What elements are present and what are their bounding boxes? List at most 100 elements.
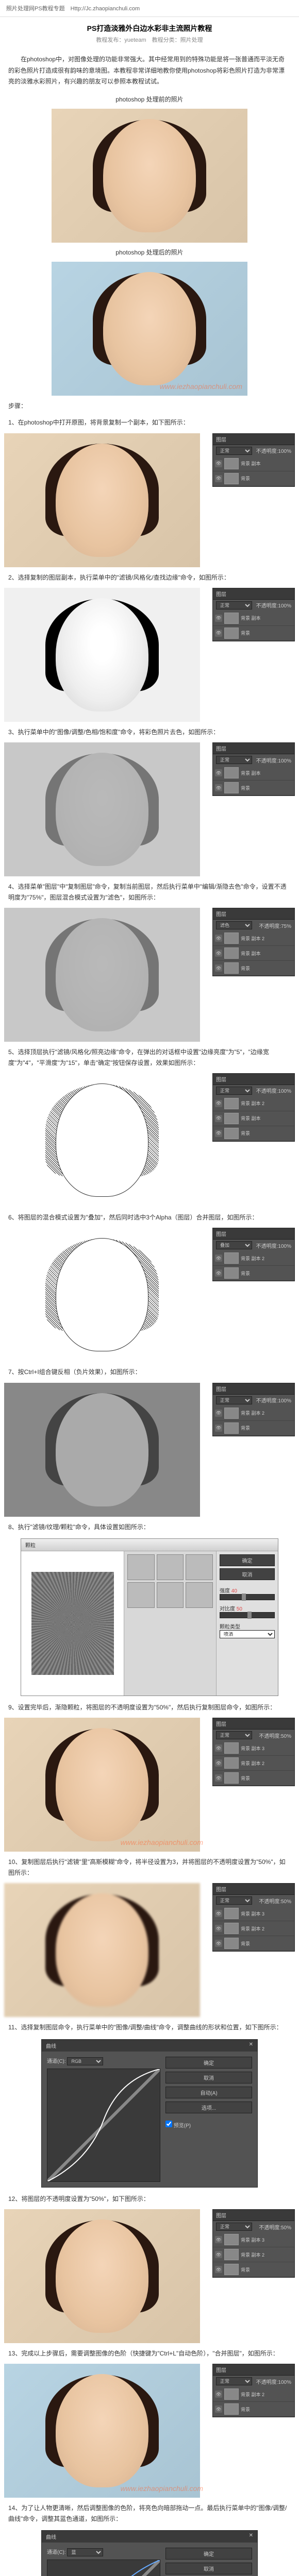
close-icon[interactable]: ✕	[249, 2533, 253, 2540]
cancel-button[interactable]: 取消	[220, 1568, 275, 1580]
filter-thumb[interactable]	[186, 1582, 213, 1608]
blend-mode-select[interactable]: 正常	[216, 1731, 252, 1739]
layer-row[interactable]: 背景 副本 3	[213, 1741, 294, 1756]
layer-row[interactable]: 背景	[213, 1936, 294, 1951]
step-13-text: 13、完成以上步骤后，需要调整图像的色阶（快捷键为"Ctrl+L"自动色阶），"…	[0, 2345, 299, 2362]
layer-row[interactable]: 背景 副本 3	[213, 2232, 294, 2247]
layer-name: 背景	[241, 475, 292, 482]
blend-mode-select[interactable]: 正常	[216, 447, 252, 455]
ok-button[interactable]: 确定	[220, 1554, 275, 1566]
channel-select[interactable]: RGB	[67, 2057, 103, 2065]
layers-panel: 图层 正常不透明度:100% 背景 副本 背景	[212, 742, 295, 796]
layer-row[interactable]: 背景	[213, 2402, 294, 2417]
curves-grid[interactable]	[47, 2069, 160, 2182]
auto-button[interactable]: 自动(A)	[165, 2087, 252, 2098]
layer-row[interactable]: 背景	[213, 2262, 294, 2277]
layers-panel: 图层 正常不透明度:50% 背景 副本 3 背景 副本 2 背景	[212, 1718, 295, 1786]
step-10-text: 10、复制图层后执行"滤镜"里"高斯模糊"命令，将半径设置为3，并将图层的不透明…	[0, 1854, 299, 1881]
layer-row[interactable]: 背景	[213, 626, 294, 641]
close-icon[interactable]: ✕	[249, 2042, 253, 2049]
blend-mode-select[interactable]: 正常	[216, 756, 252, 764]
step-7-image	[4, 1383, 208, 1517]
panel-title: 图层	[213, 434, 294, 445]
step-8-text: 8、执行"滤镜/纹理/颗粒"命令，具体设置如图所示：	[0, 1519, 299, 1535]
layers-panel: 图层 正常 不透明度:100% 背景 副本 背景	[212, 433, 295, 487]
layer-row[interactable]: 背景 副本 2	[213, 1096, 294, 1111]
curves-dialog: 曲线✕ 通道(C): RGB 确定 取消 自动(A) 选项... 预览(P)	[41, 2039, 258, 2188]
step-2-text: 2、选择复制的图层副本，执行菜单中的"滤镜/风格化/查找边缘"命令，如图所示：	[0, 569, 299, 586]
blend-mode-select[interactable]: 正常	[216, 1396, 252, 1404]
layer-row[interactable]: 背景 副本 2	[213, 2387, 294, 2402]
layer-row[interactable]: 背景	[213, 1266, 294, 1281]
blend-mode-select[interactable]: 滤色	[216, 921, 252, 929]
curves-dialog-blue: 曲线✕ 通道(C): 蓝 确定 取消 自动(A) 选项... 预览(P)	[41, 2530, 258, 2576]
curves-grid[interactable]	[47, 2560, 160, 2576]
steps-header: 步骤：	[0, 398, 299, 414]
filter-thumb[interactable]	[157, 1582, 184, 1608]
layer-row[interactable]: 背景 副本	[213, 456, 294, 471]
visibility-icon[interactable]	[215, 460, 222, 467]
step-11-text: 11、选择复制图层命令，执行菜单中的"图像/调整/曲线"命令，调整曲线的形状和位…	[0, 2019, 299, 2036]
step-12-text: 12、将图层的不透明度设置为"50%"，如下图所示：	[0, 2191, 299, 2207]
layer-thumb	[224, 473, 239, 484]
visibility-icon[interactable]	[215, 475, 222, 482]
step-9-image: www.iezhaopianchuli.com	[4, 1718, 208, 1852]
layers-panel: 图层 正常不透明度:100% 背景 副本 背景	[212, 588, 295, 641]
blend-mode-select[interactable]: 正常	[216, 2377, 252, 2385]
options-button[interactable]: 选项...	[165, 2102, 252, 2113]
intensity-slider[interactable]	[220, 1594, 275, 1600]
blend-mode-select[interactable]: 叠加	[216, 1241, 252, 1249]
filter-thumb[interactable]	[127, 1582, 155, 1608]
filter-thumb[interactable]	[157, 1554, 184, 1580]
dialog-title: 曲线	[46, 2042, 56, 2049]
layer-row[interactable]: 背景 副本 2	[213, 931, 294, 946]
layer-thumb	[224, 458, 239, 469]
layer-name: 背景 副本	[241, 460, 292, 467]
filter-thumb[interactable]	[186, 1554, 213, 1580]
layer-row[interactable]: 背景	[213, 781, 294, 795]
blend-mode-select[interactable]: 正常	[216, 2223, 252, 2231]
layer-row[interactable]: 背景	[213, 961, 294, 976]
blend-mode-select[interactable]: 正常	[216, 1896, 252, 1905]
opacity-label: 不透明度:100%	[256, 447, 291, 454]
preview-checkbox[interactable]: 预览(P)	[165, 2121, 252, 2129]
contrast-slider[interactable]	[220, 1612, 275, 1618]
layers-panel: 图层 滤色不透明度:75% 背景 副本 2 背景 副本 背景	[212, 908, 295, 976]
step-3-text: 3、执行菜单中的"图像/调整/色相/饱和度"命令，将彩色照片去色，如图所示：	[0, 724, 299, 740]
ok-button[interactable]: 确定	[165, 2548, 252, 2560]
layers-panel: 图层 正常不透明度:100% 背景 副本 2 背景	[212, 1383, 295, 1436]
layer-row[interactable]: 背景 副本 2	[213, 2247, 294, 2262]
layers-panel: 图层 正常不透明度:100% 背景 副本 2 背景	[212, 2364, 295, 2417]
layer-row[interactable]: 背景 副本	[213, 766, 294, 781]
blend-mode-select[interactable]: 正常	[216, 1087, 252, 1095]
layer-row[interactable]: 背景 副本 2	[213, 1406, 294, 1421]
result-label: photoshop 处理后的照片	[0, 245, 299, 260]
cancel-button[interactable]: 取消	[165, 2563, 252, 2574]
layer-row[interactable]: 背景 副本 3	[213, 1906, 294, 1921]
layer-row[interactable]: 背景 副本	[213, 1111, 294, 1126]
step-1-image	[4, 433, 208, 567]
layer-row[interactable]: 背景 副本	[213, 611, 294, 626]
layer-row[interactable]: 背景	[213, 1126, 294, 1141]
filter-thumb[interactable]	[127, 1554, 155, 1580]
ok-button[interactable]: 确定	[165, 2057, 252, 2069]
step-9-text: 9、设置完毕后，渐隐颗粒，将图层的不透明度设置为"50%"，然后执行复制图层命令…	[0, 1699, 299, 1716]
layer-row[interactable]: 背景 副本 2	[213, 1756, 294, 1771]
layer-row[interactable]: 背景 副本	[213, 946, 294, 961]
sub-title: 教程发布：yueteam 教程分类：照片处理	[4, 36, 295, 44]
layer-row[interactable]: 背景	[213, 1421, 294, 1436]
original-label: photoshop 处理前的照片	[0, 92, 299, 107]
step-14-text: 14、为了让人物更清晰，然后调整图像的色阶，将亮色向暗部拖动一点。最后执行菜单中…	[0, 2500, 299, 2527]
channel-select[interactable]: 蓝	[67, 2548, 103, 2556]
filter-preview	[21, 1551, 124, 1696]
layer-row[interactable]: 背景 副本 2	[213, 1251, 294, 1266]
cancel-button[interactable]: 取消	[165, 2072, 252, 2083]
blend-mode-select[interactable]: 正常	[216, 601, 252, 609]
filter-thumbs	[124, 1551, 216, 1696]
layer-row[interactable]: 背景	[213, 471, 294, 486]
step-6-image	[4, 1228, 208, 1362]
layer-row[interactable]: 背景 副本 2	[213, 1921, 294, 1936]
layers-panel: 图层 正常不透明度:50% 背景 副本 3 背景 副本 2 背景	[212, 1883, 295, 1952]
grain-type-select[interactable]: 喷洒	[220, 1630, 275, 1638]
layer-row[interactable]: 背景	[213, 1771, 294, 1786]
